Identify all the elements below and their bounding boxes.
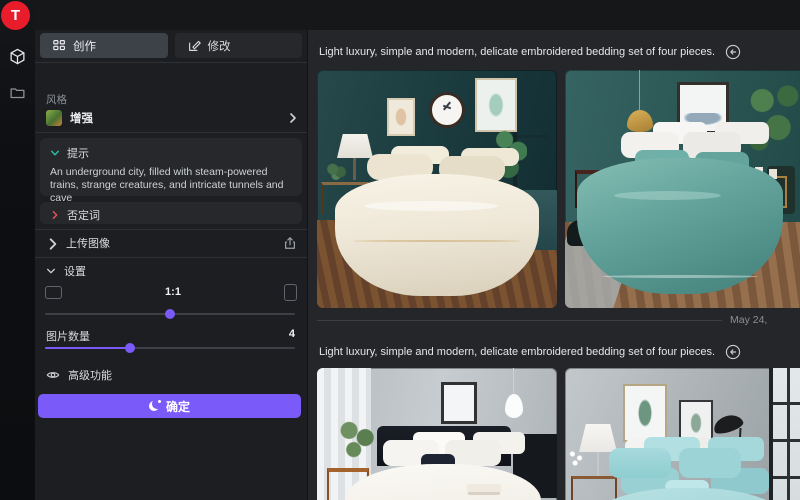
table-lamp-stem bbox=[597, 452, 599, 476]
nav-rail bbox=[0, 0, 35, 500]
aspect-ratio-value: 1:1 bbox=[62, 286, 284, 298]
feather-art-frame bbox=[387, 98, 415, 136]
result-image-row bbox=[317, 70, 800, 308]
aspect-ratio-row: 1:1 bbox=[45, 282, 297, 302]
table-lamp-stem bbox=[353, 158, 356, 180]
reuse-prompt-icon[interactable] bbox=[725, 344, 741, 360]
count-slider-thumb[interactable] bbox=[125, 343, 135, 353]
tab-modify-label: 修改 bbox=[208, 38, 231, 54]
prompt-box[interactable]: 提示 An underground city, filled with stea… bbox=[40, 138, 302, 196]
mode-tabs: 创作 修改 bbox=[40, 33, 302, 58]
table-lamp-shade bbox=[337, 134, 373, 158]
chevron-down-icon bbox=[50, 148, 60, 158]
landscape-icon bbox=[45, 286, 62, 299]
image-count-row: 图片数量 4 bbox=[46, 328, 295, 342]
small-plant bbox=[325, 162, 347, 180]
edit-icon bbox=[188, 39, 201, 52]
leaf-art-frame-small bbox=[679, 400, 713, 446]
tab-modify[interactable]: 修改 bbox=[175, 33, 303, 58]
settings-section-header[interactable]: 设置 bbox=[46, 263, 86, 279]
style-section-label: 风格 bbox=[46, 92, 67, 107]
style-selector[interactable]: 增强 bbox=[46, 108, 299, 128]
plant bbox=[333, 416, 379, 464]
aspect-ratio-slider[interactable] bbox=[45, 313, 295, 315]
count-slider-fill bbox=[45, 347, 130, 349]
reuse-prompt-icon[interactable] bbox=[725, 44, 741, 60]
date-label: May 24, bbox=[730, 314, 800, 326]
confirm-button[interactable]: 确定 bbox=[38, 394, 301, 418]
image-count-slider[interactable] bbox=[45, 347, 295, 349]
plant bbox=[495, 128, 527, 186]
duvet bbox=[577, 158, 783, 294]
flowers bbox=[567, 448, 585, 468]
cube-icon[interactable] bbox=[9, 48, 26, 65]
chevron-right-icon bbox=[50, 210, 60, 220]
results-area: Light luxury, simple and modern, delicat… bbox=[309, 30, 800, 500]
generated-image-white-bedding[interactable] bbox=[317, 368, 557, 500]
chevron-right-icon bbox=[287, 112, 299, 124]
art-frame bbox=[677, 82, 729, 134]
leaf-art-frame bbox=[475, 78, 517, 132]
divider bbox=[35, 132, 307, 133]
duvet bbox=[589, 488, 789, 500]
divider bbox=[35, 257, 307, 258]
tray bbox=[467, 484, 501, 492]
aspect-slider-thumb[interactable] bbox=[165, 309, 175, 319]
folder-icon[interactable] bbox=[9, 84, 26, 101]
chevron-down-icon bbox=[46, 266, 56, 276]
tab-create-label: 创作 bbox=[73, 38, 96, 54]
result-image-row bbox=[317, 368, 800, 500]
side-table bbox=[571, 476, 617, 500]
result-prompt-row: Light luxury, simple and modern, delicat… bbox=[319, 342, 800, 362]
result-prompt-text: Light luxury, simple and modern, delicat… bbox=[319, 346, 715, 358]
divider bbox=[35, 62, 307, 63]
result-prompt-text: Light luxury, simple and modern, delicat… bbox=[319, 46, 715, 58]
portrait-icon bbox=[284, 284, 297, 301]
date-divider: May 24, bbox=[317, 310, 800, 330]
generated-image-aqua-bedding[interactable] bbox=[565, 368, 800, 500]
plant bbox=[743, 78, 800, 168]
prompt-input[interactable]: An underground city, filled with steam-p… bbox=[50, 166, 292, 205]
advanced-features-row[interactable]: 高级功能 bbox=[46, 367, 112, 383]
control-panel: 创作 修改 风格 增强 提示 An underground city, fill… bbox=[35, 30, 308, 500]
eye-icon bbox=[46, 368, 60, 382]
leaf-art-frame bbox=[623, 384, 667, 442]
aqua-pillows bbox=[609, 448, 671, 478]
upload-image-row[interactable]: 上传图像 bbox=[46, 234, 297, 252]
image-count-label: 图片数量 bbox=[46, 328, 90, 342]
user-avatar[interactable]: T bbox=[1, 1, 30, 30]
chevron-right-icon bbox=[46, 237, 58, 249]
divider bbox=[35, 229, 307, 230]
settings-section-label: 设置 bbox=[64, 263, 86, 279]
duvet bbox=[345, 464, 541, 500]
moon-icon bbox=[149, 401, 159, 411]
duvet bbox=[335, 174, 539, 296]
divider-line bbox=[317, 320, 722, 321]
generated-image-teal-bedding[interactable] bbox=[565, 70, 800, 308]
style-thumbnail bbox=[46, 110, 62, 126]
style-name: 增强 bbox=[70, 110, 279, 126]
floor-lamp-pole bbox=[734, 428, 741, 500]
result-prompt-row: Light luxury, simple and modern, delicat… bbox=[319, 42, 800, 62]
confirm-button-label: 确定 bbox=[166, 398, 190, 415]
prompt-section-label: 提示 bbox=[67, 145, 89, 161]
art-frame bbox=[441, 382, 477, 424]
negative-prompt-box[interactable]: 否定词 bbox=[40, 202, 302, 224]
generated-image-cream-bedding[interactable] bbox=[317, 70, 557, 308]
tab-create[interactable]: 创作 bbox=[40, 33, 168, 58]
wall-clock bbox=[429, 92, 465, 128]
image-count-value: 4 bbox=[289, 328, 295, 342]
advanced-section-label: 高级功能 bbox=[68, 367, 112, 383]
upload-icon[interactable] bbox=[283, 236, 297, 250]
window bbox=[769, 368, 800, 500]
negative-section-label: 否定词 bbox=[67, 207, 100, 223]
upload-section-label: 上传图像 bbox=[66, 235, 110, 251]
pendant-lamp bbox=[627, 110, 653, 132]
top-bar bbox=[0, 0, 800, 30]
grid-icon bbox=[53, 39, 66, 52]
pendant-lamp bbox=[505, 394, 523, 418]
